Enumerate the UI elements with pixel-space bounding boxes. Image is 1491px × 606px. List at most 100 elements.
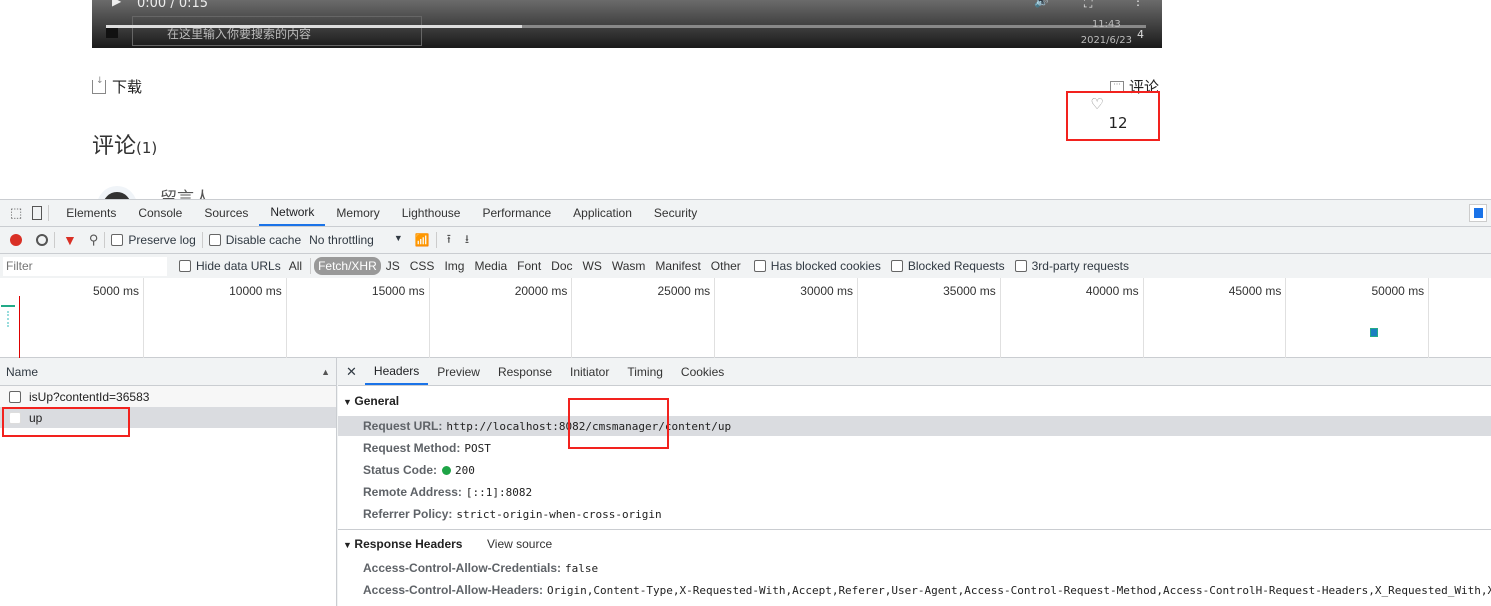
- more-icon[interactable]: ⋮: [1132, 0, 1144, 8]
- detail-tab-timing[interactable]: Timing: [618, 358, 672, 385]
- requests-list: Name ▲ isUp?contentId=36583 up: [0, 358, 337, 606]
- status-dot-icon: [442, 466, 452, 475]
- filter-type-wasm[interactable]: Wasm: [607, 259, 651, 273]
- header-name: Referrer Policy:: [363, 507, 453, 521]
- name-column-header[interactable]: Name ▲: [0, 358, 336, 386]
- header-row: Request URL: http://localhost:8082/cmsman…: [338, 416, 1491, 436]
- highlight-box: [568, 398, 669, 449]
- detail-tab-response[interactable]: Response: [489, 358, 561, 385]
- header-value: strict-origin-when-cross-origin: [456, 508, 662, 521]
- filter-type-media[interactable]: Media: [469, 259, 512, 273]
- device-toolbar-icon[interactable]: [32, 206, 43, 220]
- timeline-tick-label: 40000 ms: [1085, 284, 1139, 298]
- devtools-tab-bar: ⬚ Elements Console Sources Network Memory Lig…: [0, 200, 1491, 227]
- highlight-box: [1066, 91, 1160, 141]
- volume-icon[interactable]: 🔊: [1034, 0, 1049, 8]
- has-blocked-cookies-checkbox[interactable]: Has blocked cookies: [753, 259, 881, 273]
- timeline-tick-label: 45000 ms: [1228, 284, 1282, 298]
- timeline-request-bar: [7, 311, 17, 327]
- network-overview-timeline[interactable]: 5000 ms 10000 ms 15000 ms 20000 ms 25000 ms 3…: [0, 278, 1491, 358]
- header-row: Access-Control-Allow-Credentials: false: [363, 561, 598, 575]
- filter-type-css[interactable]: CSS: [405, 259, 440, 273]
- network-toolbar: ▼ ⚲ Preserve log Disable cache No thrott…: [0, 227, 1491, 254]
- download-button[interactable]: ↓ 下载: [92, 76, 142, 97]
- throttling-select[interactable]: No throttling ▼: [309, 233, 403, 247]
- sort-ascending-icon: ▲: [321, 366, 330, 377]
- highlight-box: [2, 407, 130, 437]
- request-details: ✕ Headers Preview Response Initiator Timing C…: [338, 358, 1491, 606]
- filter-type-other[interactable]: Other: [706, 259, 746, 273]
- timeline-gridline: [714, 278, 716, 358]
- filter-bar: Hide data URLs All Fetch/XHRJSCSSImgMedia…: [0, 254, 1491, 279]
- timeline-tick-label: 30000 ms: [800, 284, 853, 298]
- taskbar-search[interactable]: 在这里输入你要搜索的内容: [132, 16, 422, 46]
- detail-tab-cookies[interactable]: Cookies: [672, 358, 733, 385]
- timeline-gridline: [999, 278, 1001, 358]
- close-details-icon[interactable]: ✕: [346, 364, 357, 380]
- header-value: false: [565, 562, 599, 575]
- header-row: Request Method: POST: [363, 441, 491, 455]
- video-player[interactable]: 0:00 / 0:15 ▶ 在这里输入你要搜索的内容 🔊 ⛶ ⋮ 11:43 20…: [92, 0, 1162, 48]
- header-value: Origin,Content-Type,X-Requested-With,Acc…: [547, 584, 1491, 597]
- header-name: Request Method:: [363, 441, 461, 455]
- filter-type-img[interactable]: Img: [439, 259, 469, 273]
- view-source-link[interactable]: View source: [487, 537, 552, 551]
- filter-type-ws[interactable]: WS: [578, 259, 607, 273]
- header-name: Access-Control-Allow-Credentials:: [363, 561, 562, 575]
- disable-cache-checkbox[interactable]: Disable cache: [208, 233, 301, 247]
- filter-type-font[interactable]: Font: [512, 259, 546, 273]
- tab-memory[interactable]: Memory: [325, 200, 390, 226]
- filter-type-js[interactable]: JS: [381, 259, 405, 273]
- blocked-requests-checkbox[interactable]: Blocked Requests: [890, 259, 1005, 273]
- filter-type-manifest[interactable]: Manifest: [650, 259, 705, 273]
- download-icon: ↓: [92, 76, 106, 94]
- tab-lighthouse[interactable]: Lighthouse: [391, 200, 472, 226]
- notification-badge[interactable]: 4: [1137, 28, 1144, 41]
- filter-type-all[interactable]: All: [284, 259, 307, 273]
- hide-data-urls-checkbox[interactable]: Hide data URLs: [179, 259, 281, 273]
- header-name: Remote Address:: [363, 485, 462, 499]
- tab-network[interactable]: Network: [259, 200, 326, 226]
- tab-performance[interactable]: Performance: [471, 200, 562, 226]
- filter-icon[interactable]: ▼: [63, 232, 77, 248]
- filter-type-fetch-xhr[interactable]: Fetch/XHR: [314, 257, 381, 275]
- tab-console[interactable]: Console: [127, 200, 193, 226]
- timeline-gridline: [1428, 278, 1430, 358]
- inspect-element-icon[interactable]: ⬚: [10, 205, 22, 221]
- detail-tab-preview[interactable]: Preview: [428, 358, 489, 385]
- feedback-icon[interactable]: [1469, 204, 1487, 222]
- tab-sources[interactable]: Sources: [193, 200, 259, 226]
- record-button[interactable]: [10, 234, 22, 246]
- tab-application[interactable]: Application: [562, 200, 643, 226]
- header-name: Access-Control-Allow-Headers:: [363, 583, 544, 597]
- timeline-tick-label: 25000 ms: [657, 284, 711, 298]
- filter-input[interactable]: [3, 256, 167, 276]
- video-progress[interactable]: [106, 25, 1146, 28]
- timeline-gridline: [857, 278, 858, 358]
- timeline-tick-label: 15000 ms: [371, 284, 425, 298]
- header-row: Status Code: 200: [363, 463, 475, 477]
- fullscreen-icon[interactable]: ⛶: [1084, 0, 1092, 11]
- tab-security[interactable]: Security: [643, 200, 708, 226]
- detail-tab-headers[interactable]: Headers: [364, 358, 429, 385]
- response-headers-section-toggle[interactable]: ▼ Response Headers: [343, 537, 462, 551]
- play-icon[interactable]: ▶: [112, 0, 121, 8]
- request-row[interactable]: isUp?contentId=36583: [0, 386, 336, 407]
- timeline-tick-label: 5000 ms: [92, 284, 139, 298]
- detail-tab-initiator[interactable]: Initiator: [561, 358, 618, 385]
- header-value: POST: [464, 442, 491, 455]
- timeline-tick-label: 50000 ms: [1371, 284, 1425, 298]
- general-section-toggle[interactable]: ▼ General: [343, 394, 399, 408]
- import-har-icon[interactable]: ⭱: [447, 230, 451, 251]
- header-name: Request URL:: [363, 419, 443, 433]
- tab-elements[interactable]: Elements: [55, 200, 127, 226]
- export-har-icon[interactable]: ⭳: [465, 230, 469, 251]
- filter-type-doc[interactable]: Doc: [546, 259, 577, 273]
- network-conditions-icon[interactable]: 📶: [415, 233, 430, 247]
- preserve-log-checkbox[interactable]: Preserve log: [111, 233, 196, 247]
- clear-icon[interactable]: [36, 234, 48, 246]
- search-icon[interactable]: ⚲: [89, 232, 99, 248]
- timeline-gridline: [285, 278, 287, 358]
- detail-tab-bar: ✕ Headers Preview Response Initiator Timing C…: [338, 358, 1491, 386]
- third-party-requests-checkbox[interactable]: 3rd-party requests: [1014, 259, 1129, 273]
